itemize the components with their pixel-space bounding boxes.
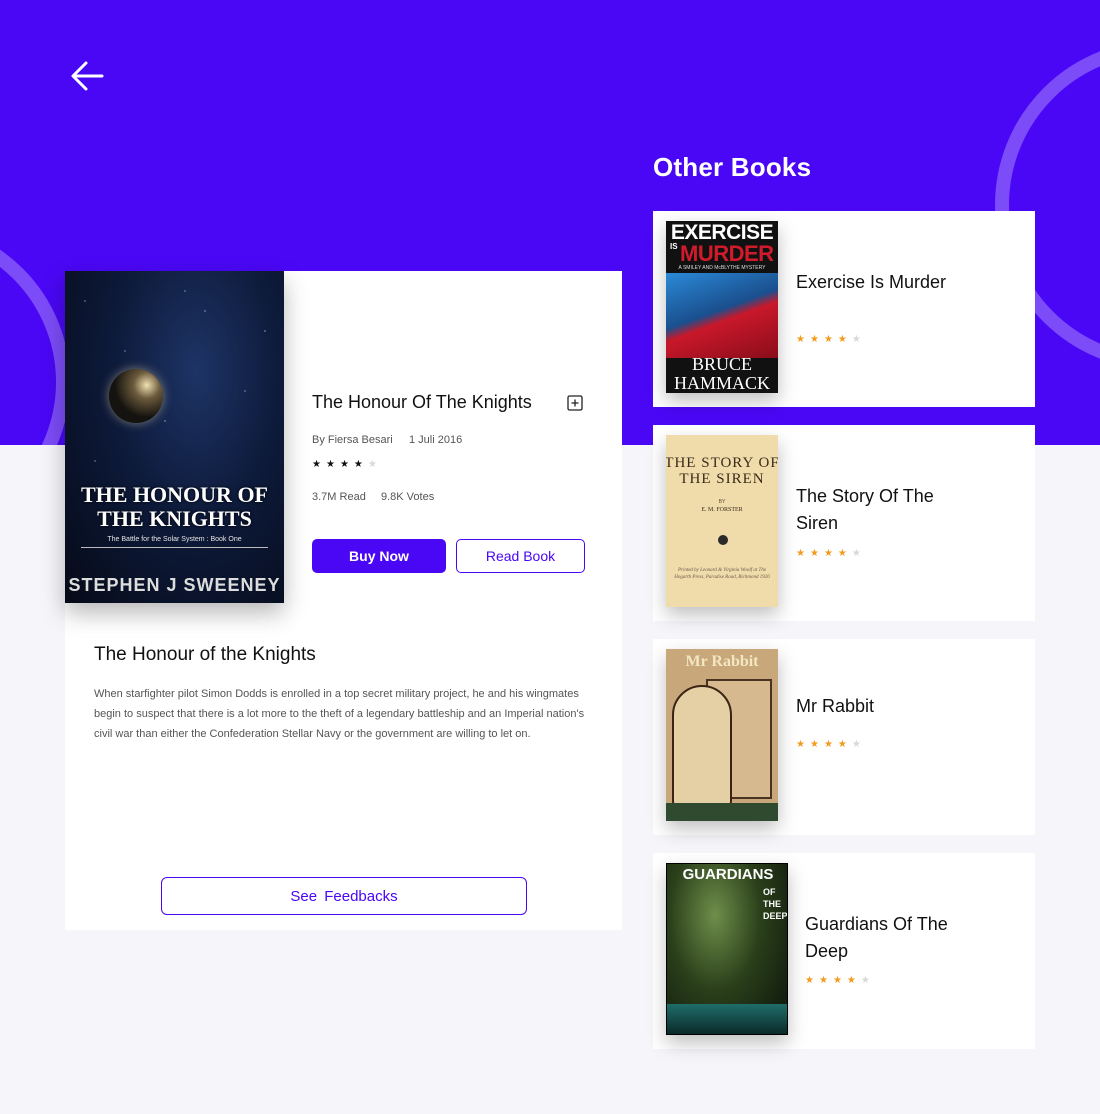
cover-subtitle: A SMILEY AND McBLYTHE MYSTERY	[678, 265, 766, 271]
star-icon: ★	[851, 739, 866, 750]
rating-stars: ★★★★★	[805, 975, 875, 986]
star-icon: ★	[325, 459, 340, 470]
back-button[interactable]	[68, 58, 108, 94]
star-icon: ★	[312, 459, 326, 470]
buy-now-button[interactable]: Buy Now	[312, 539, 446, 573]
decorative-ring	[0, 222, 70, 445]
description-title: The Honour of the Knights	[94, 644, 316, 665]
planet-illustration	[109, 369, 163, 423]
other-books-heading: Other Books	[653, 152, 812, 182]
star-icon: ★	[823, 739, 838, 750]
star-icon: ★	[837, 739, 852, 750]
see-feedbacks-button[interactable]: See Feedbacks	[161, 877, 527, 915]
publisher-mark	[718, 535, 728, 545]
cover-imprint: Printed by Leonard & Virginia Woolf at T…	[674, 568, 770, 580]
star-icon: ★	[846, 975, 861, 986]
cover-divider	[81, 547, 268, 548]
other-book-card[interactable]: THE STORY OF THE SIREN BY E. M. FORSTER …	[653, 425, 1035, 621]
other-book-title: Mr Rabbit	[796, 696, 875, 716]
book-title: The Honour Of The Knights	[312, 392, 532, 412]
read-count: 3.7M Read	[312, 491, 366, 503]
star-icon: ★	[818, 975, 833, 986]
other-book-card[interactable]: GUARDIANS OF THE DEEP Guardians Of The D…	[653, 853, 1035, 1049]
cover-title: THE HONOUR OF THE KNIGHTS	[80, 482, 268, 531]
other-book-title: Guardians Of The Deep	[805, 914, 948, 961]
cover-illustration	[666, 803, 778, 821]
star-icon: ★	[809, 548, 824, 559]
book-cover: EXERCISE IS MURDER A SMILEY AND McBLYTHE…	[666, 221, 778, 393]
rating-stars: ★★★★★	[796, 739, 866, 750]
star-icon: ★	[796, 334, 810, 345]
cover-author: E. M. FORSTER	[701, 507, 743, 513]
cover-illustration	[666, 273, 778, 358]
other-book-card[interactable]: Mr Rabbit Mr Rabbit ★★★★★	[653, 639, 1035, 835]
cover-illustration	[667, 1004, 787, 1034]
star-icon: ★	[851, 548, 866, 559]
cover-illustration	[672, 685, 732, 811]
book-cover: THE HONOUR OF THE KNIGHTS The Battle for…	[65, 271, 284, 603]
star-icon: ★	[809, 739, 824, 750]
star-icon: ★	[860, 975, 875, 986]
star-icon: ★	[823, 548, 838, 559]
star-icon: ★	[353, 459, 368, 470]
cover-title: THE STORY OF THE SIREN	[666, 455, 778, 487]
cover-author: BRUCE HAMMACK	[673, 354, 770, 393]
star-icon: ★	[339, 459, 354, 470]
arrow-left-icon	[71, 61, 104, 91]
book-cover: THE STORY OF THE SIREN BY E. M. FORSTER …	[666, 435, 778, 607]
book-cover: Mr Rabbit	[666, 649, 778, 821]
other-book-title: Exercise Is Murder	[796, 272, 947, 292]
cover-title: OF THE DEEP	[763, 887, 788, 921]
vote-count: 9.8K Votes	[381, 491, 435, 503]
cover-subtitle: The Battle for the Solar System : Book O…	[107, 536, 242, 543]
cover-title: IS	[670, 242, 678, 251]
other-book-title: The Story Of The Siren	[796, 486, 934, 533]
book-author: By Fiersa Besari	[312, 434, 393, 446]
star-icon: ★	[796, 548, 810, 559]
cover-author: STEPHEN J SWEENEY	[68, 575, 281, 595]
rating-stars: ★★★★★	[312, 459, 382, 470]
rating-stars: ★★★★★	[796, 548, 866, 559]
star-icon: ★	[851, 334, 866, 345]
rating-stars: ★★★★★	[796, 334, 866, 345]
cover-title: GUARDIANS	[682, 866, 774, 883]
read-book-button[interactable]: Read Book	[456, 539, 585, 573]
book-date: 1 Juli 2016	[409, 434, 463, 446]
cover-by: BY	[718, 499, 726, 505]
other-book-card[interactable]: EXERCISE IS MURDER A SMILEY AND McBLYTHE…	[653, 211, 1035, 407]
cover-title: Mr Rabbit	[685, 653, 759, 670]
star-icon: ★	[809, 334, 824, 345]
star-icon: ★	[823, 334, 838, 345]
star-icon: ★	[805, 975, 819, 986]
starfield	[65, 271, 284, 603]
book-cover: GUARDIANS OF THE DEEP	[666, 863, 788, 1035]
description-text: When starfighter pilot Simon Dodds is en…	[94, 688, 585, 740]
star-icon: ★	[837, 548, 852, 559]
cover-title: MURDER	[680, 241, 774, 266]
star-icon: ★	[367, 459, 382, 470]
star-icon: ★	[837, 334, 852, 345]
add-bookmark-icon[interactable]	[567, 395, 583, 411]
star-icon: ★	[796, 739, 810, 750]
star-icon: ★	[832, 975, 847, 986]
